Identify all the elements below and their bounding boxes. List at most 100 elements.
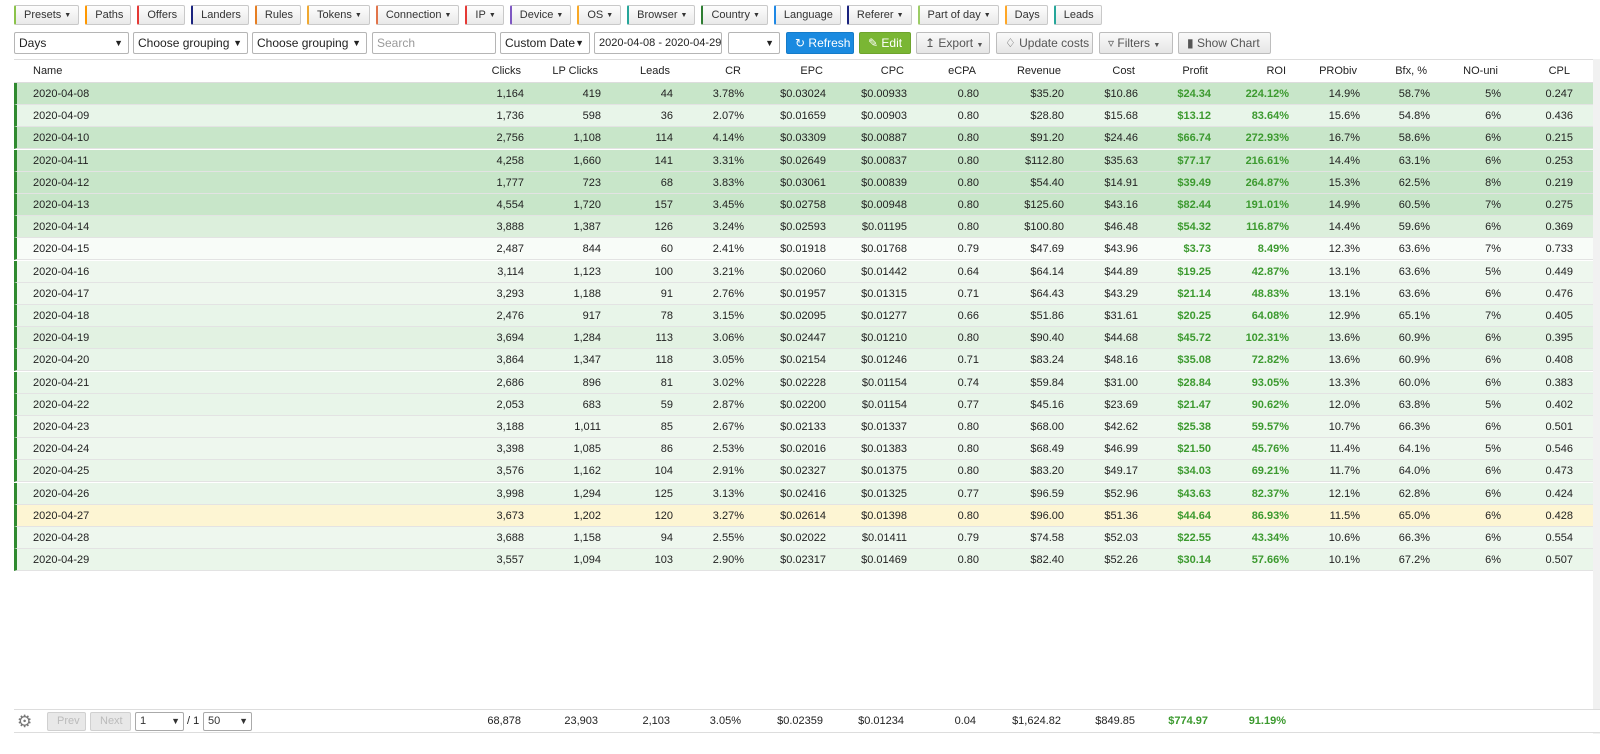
- cell-cpl: 0.383: [1545, 376, 1573, 389]
- table-row[interactable]: 2020-04-20 3,864 1,347 118 3.05% $0.02154 $0.0…: [14, 349, 1600, 372]
- tab-paths[interactable]: Paths: [85, 5, 132, 25]
- tab-language[interactable]: Language: [773, 5, 841, 25]
- column-header-revenue[interactable]: Revenue: [1017, 60, 1061, 83]
- edit-button[interactable]: ✎ Edit: [859, 32, 911, 54]
- tab-browser[interactable]: Browser ▼: [627, 5, 696, 25]
- column-header-cpl[interactable]: CPL: [1549, 60, 1570, 83]
- table-row[interactable]: 2020-04-08 1,164 419 44 3.78% $0.03024 $0.0093…: [14, 83, 1600, 105]
- vertical-scrollbar[interactable]: [1593, 59, 1600, 734]
- cell-cpc: $0.01195: [861, 221, 907, 234]
- column-header-ecpa[interactable]: eCPA: [948, 60, 976, 83]
- tab-device[interactable]: Device ▼: [509, 5, 572, 25]
- page-select[interactable]: 1 ▼: [135, 712, 184, 731]
- date-range-input[interactable]: 2020-04-08 - 2020-04-29: [594, 32, 722, 54]
- cell-name: 2020-04-28: [33, 532, 90, 544]
- table-row[interactable]: 2020-04-26 3,998 1,294 125 3.13% $0.02416 $0.0…: [14, 482, 1600, 505]
- table-row[interactable]: 2020-04-23 3,188 1,011 85 2.67% $0.02133 $0.01…: [14, 416, 1600, 438]
- cell-no-uni: 7%: [1485, 243, 1501, 256]
- column-header-cr[interactable]: CR: [725, 60, 741, 83]
- table-row[interactable]: 2020-04-22 2,053 683 59 2.87% $0.02200 $0.0115…: [14, 393, 1600, 416]
- column-header-bfx[interactable]: Bfx, %: [1395, 60, 1427, 83]
- cell-roi: 42.87%: [1251, 265, 1289, 278]
- cell-name: 2020-04-10: [33, 132, 90, 145]
- tab-leads[interactable]: Leads: [1053, 5, 1102, 25]
- cell-ecpa: 0.80: [957, 465, 979, 478]
- table-row[interactable]: 2020-04-25 3,576 1,162 104 2.91% $0.02327 $0.0…: [14, 460, 1600, 483]
- tab-part-of-day[interactable]: Part of day ▼: [917, 5, 999, 25]
- total-cr: 3.05%: [709, 715, 741, 727]
- cell-clicks: 3,557: [496, 554, 524, 567]
- table-row[interactable]: 2020-04-27 3,673 1,202 120 3.27% $0.02614 $0.0…: [14, 504, 1600, 527]
- cell-leads: 36: [660, 110, 673, 123]
- table-row[interactable]: 2020-04-24 3,398 1,085 86 2.53% $0.02016 $0.01…: [14, 438, 1600, 461]
- tab-presets[interactable]: Presets ▼: [14, 5, 80, 25]
- prev-page-button[interactable]: Prev: [47, 712, 86, 731]
- table-row[interactable]: 2020-04-09 1,736 598 36 2.07% $0.01659 $0.0090…: [14, 105, 1600, 128]
- table-row[interactable]: 2020-04-10 2,756 1,108 114 4.14% $0.03309 $0.0…: [14, 127, 1600, 150]
- total-lp-clicks: 23,903: [564, 715, 598, 727]
- tab-connection[interactable]: Connection ▼: [375, 5, 460, 25]
- next-page-button[interactable]: Next: [90, 712, 131, 731]
- grouping-select-1[interactable]: Days ▼: [14, 32, 129, 54]
- cell-bfx: 58.6%: [1398, 132, 1430, 145]
- cell-leads: 118: [655, 354, 673, 367]
- cell-name: 2020-04-18: [33, 310, 90, 322]
- column-header-cpc[interactable]: CPC: [881, 60, 904, 83]
- table-row[interactable]: 2020-04-21 2,686 896 81 3.02% $0.02228 $0.0115…: [14, 371, 1600, 394]
- table-row[interactable]: 2020-04-13 4,554 1,720 157 3.45% $0.02758 $0.0…: [14, 194, 1600, 216]
- cell-profit: $35.08: [1177, 354, 1211, 367]
- timezone-select[interactable]: ▼: [728, 32, 780, 54]
- cell-revenue: $96.00: [1030, 509, 1064, 522]
- update-costs-button[interactable]: ♢ Update costs: [996, 32, 1093, 54]
- date-mode-select[interactable]: Custom Date ▼: [500, 32, 590, 54]
- tab-referer[interactable]: Referer ▼: [846, 5, 912, 25]
- tab-offers[interactable]: Offers: [137, 5, 186, 25]
- tab-tokens[interactable]: Tokens ▼: [307, 5, 370, 25]
- tab-days[interactable]: Days: [1004, 5, 1048, 25]
- cell-cpl: 0.436: [1545, 110, 1573, 123]
- column-header-clicks[interactable]: Clicks: [492, 60, 521, 83]
- cell-roi: 57.66%: [1251, 554, 1289, 567]
- page-size-select[interactable]: 50 ▼: [203, 712, 252, 731]
- tab-landers[interactable]: Landers: [191, 5, 249, 25]
- cell-clicks: 3,293: [496, 287, 524, 300]
- table-row[interactable]: 2020-04-28 3,688 1,158 94 2.55% $0.02022 $0.01…: [14, 527, 1600, 549]
- column-header-profit[interactable]: Profit: [1182, 60, 1208, 83]
- search-input[interactable]: Search: [372, 32, 496, 54]
- cell-roi: 86.93%: [1251, 509, 1289, 522]
- cell-lp-clicks: 1,011: [574, 421, 601, 433]
- column-header-lp-clicks[interactable]: LP Clicks: [552, 60, 598, 83]
- table-row[interactable]: 2020-04-11 4,258 1,660 141 3.31% $0.02649 $0.0…: [14, 149, 1600, 172]
- table-row[interactable]: 2020-04-12 1,777 723 68 3.83% $0.03061 $0.0083…: [14, 171, 1600, 194]
- refresh-button[interactable]: ↻ Refresh: [786, 32, 854, 54]
- column-header-leads[interactable]: Leads: [640, 60, 670, 83]
- table-row[interactable]: 2020-04-19 3,694 1,284 113 3.06% $0.02447 $0.0…: [14, 327, 1600, 350]
- table-row[interactable]: 2020-04-18 2,476 917 78 3.15% $0.02095 $0.0127…: [14, 305, 1600, 327]
- column-header-name[interactable]: Name: [33, 60, 62, 83]
- column-header-probiv[interactable]: PRObiv: [1319, 60, 1357, 83]
- table-row[interactable]: 2020-04-17 3,293 1,188 91 2.76% $0.01957 $0.01…: [14, 282, 1600, 305]
- table-row[interactable]: 2020-04-15 2,487 844 60 2.41% $0.01918 $0.0176…: [14, 238, 1600, 261]
- filters-button[interactable]: ▿ Filters ▼: [1099, 32, 1173, 54]
- grouping-select-3[interactable]: Choose grouping ▼: [252, 32, 367, 54]
- tab-country[interactable]: Country ▼: [701, 5, 768, 25]
- tab-ip[interactable]: IP ▼: [465, 5, 504, 25]
- gear-icon[interactable]: ⚙: [17, 712, 32, 731]
- cell-probiv: 15.3%: [1328, 176, 1360, 189]
- cell-ecpa: 0.79: [957, 532, 979, 544]
- tab-rules[interactable]: Rules: [254, 5, 302, 25]
- export-button[interactable]: ↥ Export ▼: [916, 32, 990, 54]
- table-row[interactable]: 2020-04-29 3,557 1,094 103 2.90% $0.02317 $0.0…: [14, 549, 1600, 572]
- column-header-cost[interactable]: Cost: [1112, 60, 1135, 83]
- column-header-roi[interactable]: ROI: [1266, 60, 1286, 83]
- cell-cost: $23.69: [1104, 398, 1138, 411]
- cell-cpl: 0.476: [1545, 287, 1573, 300]
- cell-leads: 91: [660, 287, 673, 300]
- show-chart-button[interactable]: ▮ Show Chart: [1178, 32, 1271, 54]
- table-row[interactable]: 2020-04-14 3,888 1,387 126 3.24% $0.02593 $0.0…: [14, 216, 1600, 239]
- column-header-no-uni[interactable]: NO-uni: [1463, 60, 1498, 83]
- tab-os[interactable]: OS ▼: [577, 5, 622, 25]
- grouping-select-2[interactable]: Choose grouping ▼: [133, 32, 248, 54]
- column-header-epc[interactable]: EPC: [800, 60, 823, 83]
- table-row[interactable]: 2020-04-16 3,114 1,123 100 3.21% $0.02060 $0.0…: [14, 260, 1600, 283]
